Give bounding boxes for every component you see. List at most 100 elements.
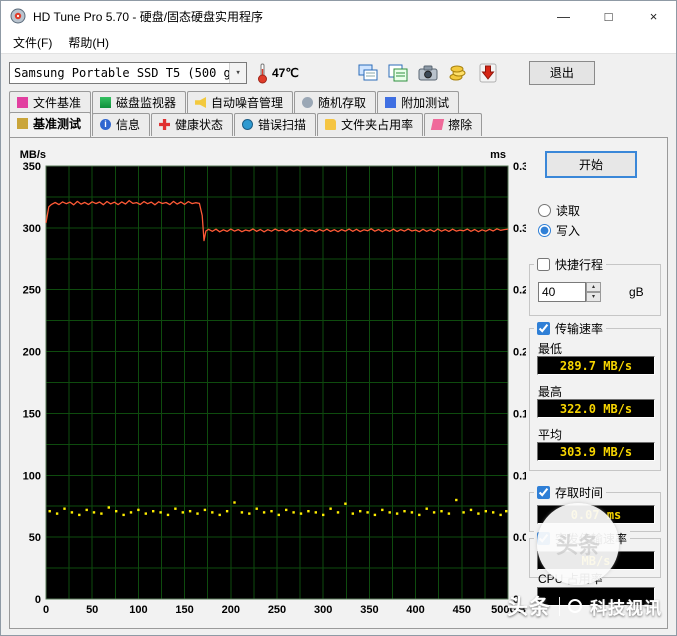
axis-tick: 200 [23, 347, 41, 359]
short-stroke-group: 快捷行程 ▴ ▾ gB [529, 256, 661, 316]
short-stroke-checkbox[interactable] [537, 258, 550, 271]
start-button[interactable]: 开始 [545, 151, 637, 178]
access-time-dot [85, 508, 88, 512]
max-value-box: 322.0 MB/s [537, 399, 655, 418]
access-time-dot [92, 511, 96, 514]
axis-tick: 50 [86, 604, 98, 616]
tab-label: 健康状态 [175, 118, 224, 132]
access-time-checkbox[interactable] [537, 486, 550, 499]
transfer-rate-legend[interactable]: 传输速率 [534, 320, 607, 337]
access-time-dot [344, 502, 347, 505]
chevron-down-icon[interactable]: ▾ [229, 62, 246, 83]
tab-error-scan[interactable]: 错误扫描 [234, 113, 317, 136]
random-access-icon [302, 97, 314, 108]
access-time-dot [322, 513, 325, 517]
access-time-dot [255, 507, 258, 510]
read-radio[interactable] [538, 204, 551, 217]
transfer-rate-label: 传输速率 [555, 322, 604, 336]
access-time-dot [505, 510, 508, 513]
access-time-dot [107, 506, 110, 509]
transfer-rate-checkbox[interactable] [537, 322, 550, 335]
axis-tick: 300 [314, 604, 332, 616]
menubar: 文件(F) 帮助(H) [1, 31, 676, 53]
axis-tick: 400 [406, 604, 424, 616]
drive-select[interactable]: Samsung Portable SSD T5 (500 gB) ▾ [9, 61, 247, 84]
disk-monitor-icon [100, 97, 112, 108]
tab-aam[interactable]: 自动噪音管理 [187, 91, 294, 114]
minimize-button[interactable]: — [541, 1, 586, 31]
red-download-arrow-icon [479, 63, 497, 82]
tab-erase[interactable]: 擦除 [424, 113, 483, 136]
tab-label: 附加测试 [401, 96, 450, 110]
tab-health[interactable]: 健康状态 [151, 113, 234, 136]
write-label: 写入 [556, 224, 581, 238]
write-radio-row[interactable]: 写入 [538, 222, 580, 239]
access-time-dot [233, 501, 236, 504]
camera-icon [418, 65, 438, 80]
access-time-dot [203, 508, 207, 512]
copy-screenshot-button[interactable] [353, 59, 383, 87]
access-time-dot [48, 510, 51, 513]
tab-folder-usage[interactable]: 文件夹占用率 [317, 113, 424, 136]
access-time-dot [218, 513, 221, 517]
menu-help[interactable]: 帮助(H) [60, 32, 117, 53]
access-time-dot [447, 512, 451, 515]
tab-random-access[interactable]: 随机存取 [294, 91, 377, 114]
tab-label: 信息 [116, 118, 141, 132]
tab-label: 随机存取 [318, 96, 367, 110]
axis-tick: 150 [175, 604, 193, 616]
watermark-channel: 科技视讯 [590, 598, 662, 618]
spinner-down-button[interactable]: ▾ [586, 292, 601, 302]
benchmark-icon [17, 118, 28, 129]
aam-icon [195, 97, 207, 108]
access-time-dot [129, 511, 133, 514]
access-time-dot [100, 512, 103, 515]
read-radio-row[interactable]: 读取 [538, 202, 580, 219]
tab-file-benchmark[interactable]: 文件基准 [9, 91, 92, 114]
titlebar: HD Tune Pro 5.70 - 硬盘/固态硬盘实用程序 — □ × [1, 1, 676, 31]
exit-button[interactable]: 退出 [528, 60, 595, 85]
spinner-up-button[interactable]: ▴ [586, 282, 601, 292]
transfer-rate-group: 传输速率 最低 289.7 MB/s 最高 322.0 MB/s 平均 303.… [529, 320, 661, 471]
copy-text-button[interactable] [383, 59, 413, 87]
tab-extra-tests[interactable]: 附加测试 [377, 91, 460, 114]
tab-label: 磁盘监视器 [116, 96, 177, 110]
watermark-divider [559, 596, 560, 616]
short-stroke-spinner: ▴ ▾ [586, 282, 601, 302]
tab-benchmark[interactable]: 基准测试 [9, 112, 92, 137]
min-value-box: 289.7 MB/s [537, 356, 655, 375]
tab-disk-monitor[interactable]: 磁盘监视器 [92, 91, 187, 114]
close-button[interactable]: × [631, 1, 676, 31]
short-stroke-label: 快捷行程 [555, 258, 604, 272]
write-radio[interactable] [538, 224, 551, 237]
file-benchmark-icon [17, 97, 28, 108]
access-time-dot [122, 513, 125, 517]
window-title: HD Tune Pro 5.70 - 硬盘/固态硬盘实用程序 [33, 9, 264, 24]
coins-icon [449, 65, 466, 80]
access-time-dot [455, 498, 458, 502]
access-time-dot [314, 511, 317, 514]
erase-icon [430, 119, 445, 130]
short-stroke-legend[interactable]: 快捷行程 [534, 256, 607, 273]
access-time-legend[interactable]: 存取时间 [534, 484, 607, 501]
donate-button[interactable] [443, 59, 473, 87]
temperature-indicator: 47℃ [257, 62, 299, 84]
tab-info[interactable]: i 信息 [92, 113, 151, 136]
app-icon [10, 8, 26, 24]
access-time-dot [410, 511, 414, 514]
tab-label: 文件夹占用率 [341, 118, 414, 132]
maximize-button[interactable]: □ [586, 1, 631, 31]
tab-label: 自动噪音管理 [211, 96, 284, 110]
menu-file[interactable]: 文件(F) [5, 32, 60, 53]
short-stroke-length-input[interactable] [538, 282, 586, 302]
access-time-dot [469, 508, 473, 512]
access-time-dot [285, 508, 288, 512]
access-time-dot [418, 513, 421, 517]
error-scan-icon [242, 119, 254, 130]
axis-tick: 50 [29, 532, 41, 544]
max-label: 最高 [538, 385, 563, 399]
save-screenshot-button[interactable] [413, 59, 443, 87]
update-download-button[interactable] [473, 59, 503, 87]
axis-tick: 150 [23, 408, 41, 420]
access-time-dot [307, 510, 310, 513]
